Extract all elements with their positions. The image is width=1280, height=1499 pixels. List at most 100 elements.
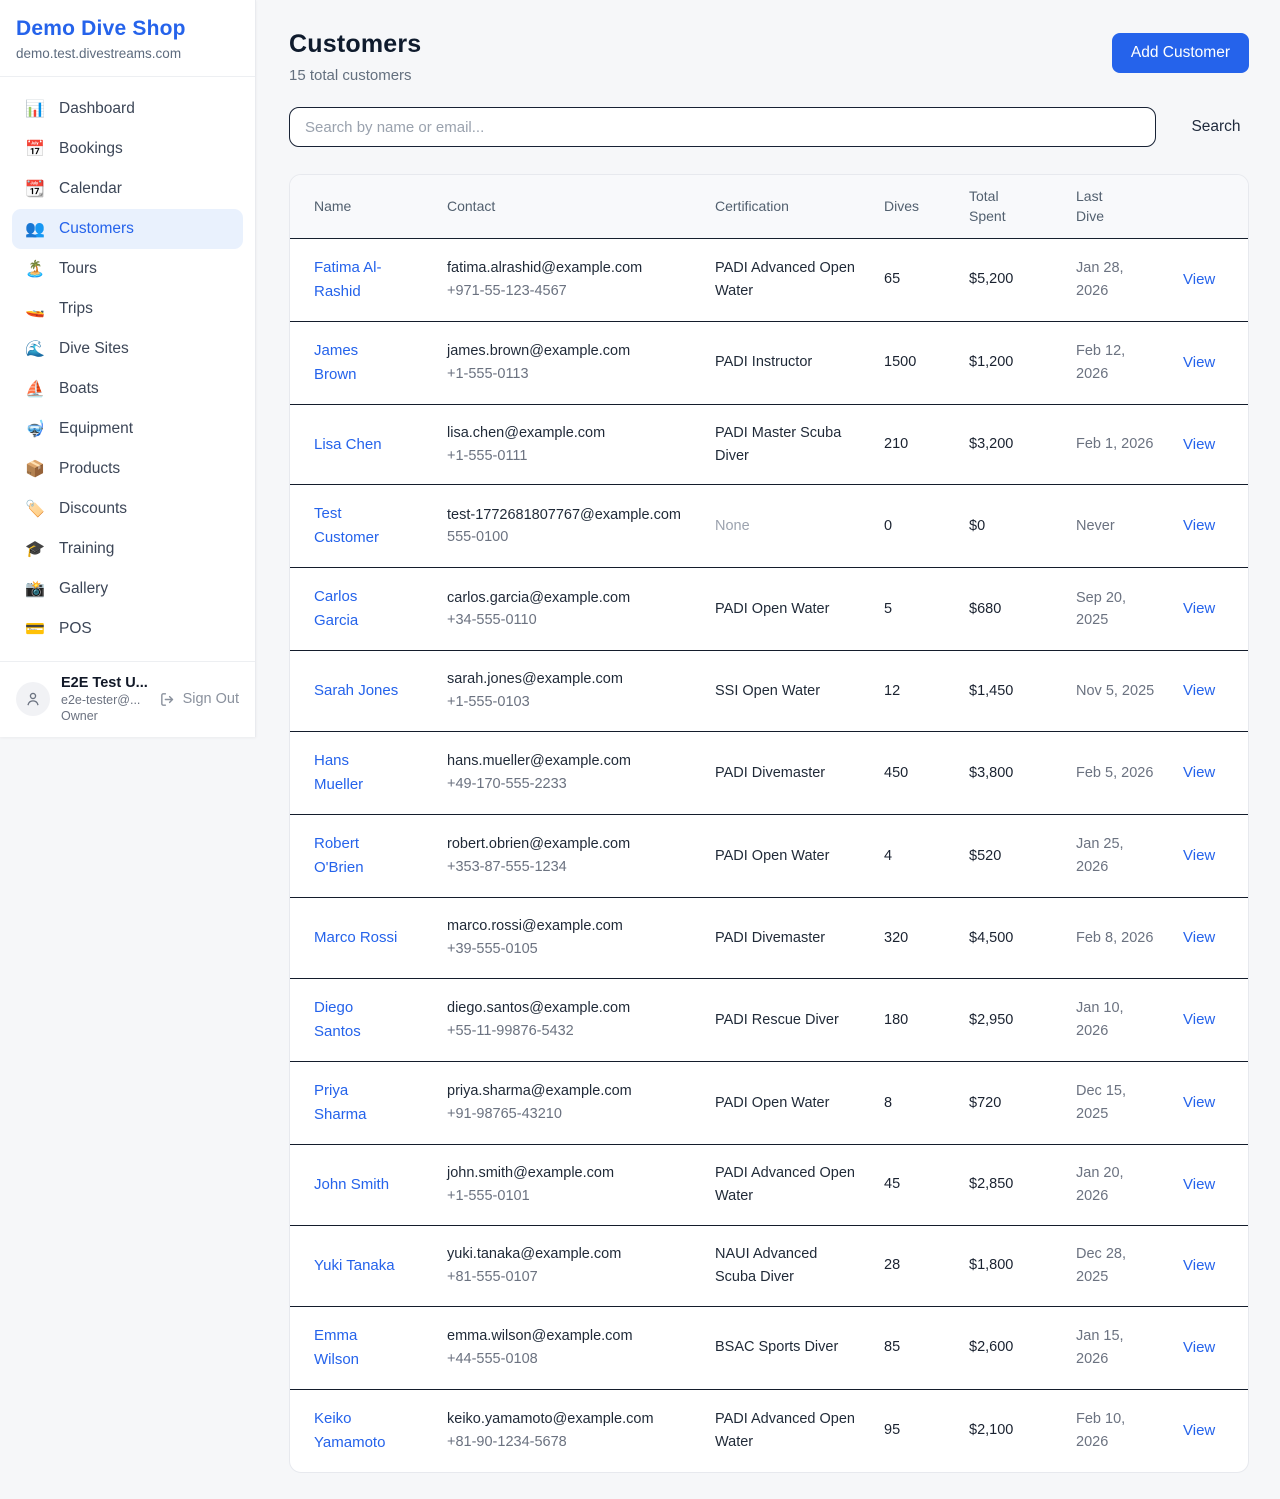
- customer-name-link[interactable]: Fatima Al-Rashid: [314, 256, 400, 304]
- customer-name-link[interactable]: Lisa Chen: [314, 433, 382, 457]
- sidebar-item-dashboard[interactable]: 📊 Dashboard: [12, 89, 243, 129]
- dives-count: 95: [872, 1389, 957, 1472]
- customer-phone: +971-55-123-4567: [447, 280, 691, 303]
- last-dive-date: Dec 28, 2025: [1064, 1225, 1171, 1306]
- main-content: Customers 15 total customers Add Custome…: [256, 0, 1280, 1499]
- view-link[interactable]: View: [1183, 847, 1215, 864]
- customer-name-link[interactable]: John Smith: [314, 1173, 389, 1197]
- customer-phone: +1-555-0103: [447, 691, 691, 714]
- total-spent: $5,200: [957, 238, 1064, 321]
- sign-out-button[interactable]: Sign Out: [159, 691, 239, 708]
- view-link[interactable]: View: [1183, 1011, 1215, 1028]
- customer-phone: +44-555-0108: [447, 1348, 691, 1371]
- total-spent: $680: [957, 568, 1064, 651]
- sidebar-item-customers[interactable]: 👥 Customers: [12, 209, 243, 249]
- customer-name-link[interactable]: Emma Wilson: [314, 1324, 400, 1372]
- certification-label: PADI Advanced Open Water: [715, 1411, 855, 1450]
- last-dive-date: Dec 15, 2025: [1064, 1062, 1171, 1145]
- sidebar-item-calendar[interactable]: 📆 Calendar: [12, 169, 243, 209]
- search-row: Search: [289, 107, 1249, 147]
- customer-name-link[interactable]: Test Customer: [314, 502, 400, 550]
- view-link[interactable]: View: [1183, 1257, 1215, 1274]
- dives-count: 5: [872, 568, 957, 651]
- customer-name-link[interactable]: Priya Sharma: [314, 1079, 400, 1127]
- total-spent: $1,800: [957, 1225, 1064, 1306]
- certification-label: PADI Advanced Open Water: [715, 260, 855, 299]
- customer-name-link[interactable]: Marco Rossi: [314, 926, 397, 950]
- customer-phone: +353-87-555-1234: [447, 856, 691, 879]
- dives-count: 320: [872, 898, 957, 979]
- search-input[interactable]: [289, 107, 1156, 147]
- customer-count: 15 total customers: [289, 67, 421, 84]
- customers-table: Name Contact Certification Dives Total S…: [290, 175, 1249, 1472]
- customer-phone: 555-0100: [447, 526, 691, 549]
- customer-phone: +81-555-0107: [447, 1266, 691, 1289]
- search-button[interactable]: Search: [1183, 114, 1249, 140]
- certification-label: PADI Instructor: [715, 354, 812, 370]
- sidebar: Demo Dive Shop demo.test.divestreams.com…: [0, 0, 256, 737]
- dives-count: 210: [872, 404, 957, 485]
- sidebar-item-tours[interactable]: 🏝️ Tours: [12, 249, 243, 289]
- customer-name-link[interactable]: Hans Mueller: [314, 749, 400, 797]
- view-link[interactable]: View: [1183, 354, 1215, 371]
- sidebar-item-products[interactable]: 📦 Products: [12, 449, 243, 489]
- customer-name-link[interactable]: Sarah Jones: [314, 679, 398, 703]
- view-link[interactable]: View: [1183, 1094, 1215, 1111]
- view-link[interactable]: View: [1183, 600, 1215, 617]
- table-row: Sarah Jones sarah.jones@example.com +1-5…: [290, 651, 1249, 732]
- last-dive-date: Feb 1, 2026: [1064, 404, 1171, 485]
- total-spent: $2,950: [957, 979, 1064, 1062]
- view-link[interactable]: View: [1183, 1422, 1215, 1439]
- certification-label: PADI Advanced Open Water: [715, 1165, 855, 1204]
- sign-out-label: Sign Out: [183, 691, 239, 707]
- sidebar-item-boats[interactable]: ⛵ Boats: [12, 369, 243, 409]
- view-link[interactable]: View: [1183, 682, 1215, 699]
- view-link[interactable]: View: [1183, 929, 1215, 946]
- column-header-dives: Dives: [872, 175, 957, 238]
- customer-email: keiko.yamamoto@example.com: [447, 1408, 691, 1431]
- calendar-icon: 📆: [24, 179, 46, 199]
- last-dive-date: Feb 5, 2026: [1064, 732, 1171, 815]
- sidebar-item-trips[interactable]: 🚤 Trips: [12, 289, 243, 329]
- sidebar-item-label: Dashboard: [59, 100, 135, 118]
- customer-name-link[interactable]: Carlos Garcia: [314, 585, 400, 633]
- sidebar-nav: 📊 Dashboard 📅 Bookings 📆 Calendar 👥 Cust…: [0, 77, 255, 661]
- sign-out-icon: [159, 691, 176, 708]
- sidebar-item-label: Trips: [59, 300, 93, 318]
- table-row: Robert O'Brien robert.obrien@example.com…: [290, 815, 1249, 898]
- sidebar-item-pos[interactable]: 💳 POS: [12, 609, 243, 649]
- sidebar-item-dive-sites[interactable]: 🌊 Dive Sites: [12, 329, 243, 369]
- sidebar-item-discounts[interactable]: 🏷️ Discounts: [12, 489, 243, 529]
- customer-email: test-1772681807767@example.com: [447, 504, 691, 527]
- customer-phone: +1-555-0111: [447, 445, 691, 468]
- sidebar-item-bookings[interactable]: 📅 Bookings: [12, 129, 243, 169]
- user-icon: [24, 690, 42, 708]
- customer-email: fatima.alrashid@example.com: [447, 257, 691, 280]
- sidebar-item-equipment[interactable]: 🤿 Equipment: [12, 409, 243, 449]
- view-link[interactable]: View: [1183, 1176, 1215, 1193]
- add-customer-button[interactable]: Add Customer: [1112, 33, 1249, 73]
- sidebar-item-gallery[interactable]: 📸 Gallery: [12, 569, 243, 609]
- view-link[interactable]: View: [1183, 764, 1215, 781]
- customer-email: sarah.jones@example.com: [447, 668, 691, 691]
- view-link[interactable]: View: [1183, 436, 1215, 453]
- dives-count: 180: [872, 979, 957, 1062]
- customer-phone: +1-555-0101: [447, 1185, 691, 1208]
- dives-count: 85: [872, 1306, 957, 1389]
- total-spent: $1,200: [957, 321, 1064, 404]
- customer-email: hans.mueller@example.com: [447, 750, 691, 773]
- sidebar-item-training[interactable]: 🎓 Training: [12, 529, 243, 569]
- view-link[interactable]: View: [1183, 517, 1215, 534]
- customer-name-link[interactable]: James Brown: [314, 339, 400, 387]
- certification-label: SSI Open Water: [715, 683, 820, 699]
- dives-count: 8: [872, 1062, 957, 1145]
- customer-name-link[interactable]: Keiko Yamamoto: [314, 1407, 400, 1455]
- shop-domain: demo.test.divestreams.com: [16, 46, 239, 61]
- last-dive-date: Jan 10, 2026: [1064, 979, 1171, 1062]
- customer-name-link[interactable]: Robert O'Brien: [314, 832, 400, 880]
- view-link[interactable]: View: [1183, 1339, 1215, 1356]
- customer-name-link[interactable]: Yuki Tanaka: [314, 1254, 395, 1278]
- view-link[interactable]: View: [1183, 271, 1215, 288]
- customer-name-link[interactable]: Diego Santos: [314, 996, 400, 1044]
- column-header-certification: Certification: [703, 175, 872, 238]
